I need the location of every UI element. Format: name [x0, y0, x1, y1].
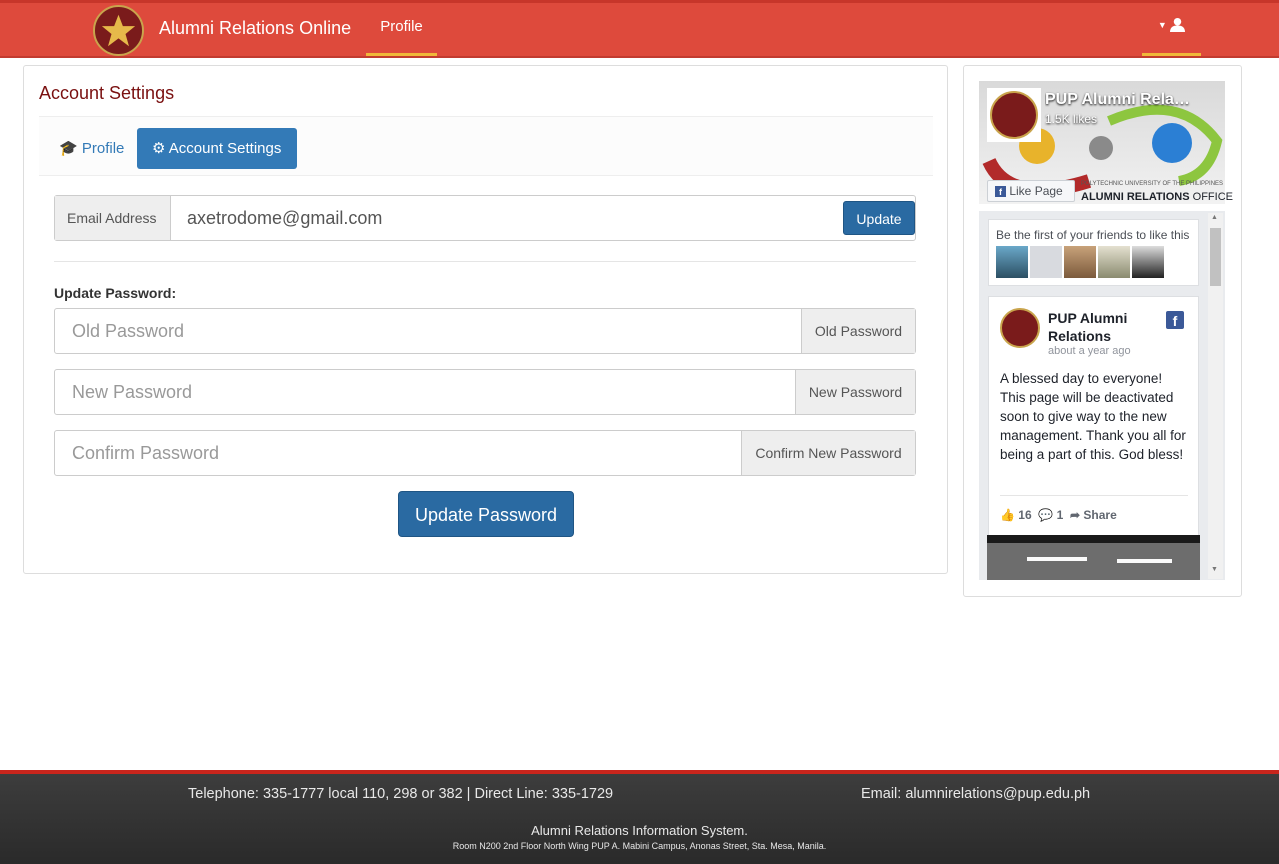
- old-password-group: Old Password Old Password: [54, 308, 916, 354]
- comment-icon[interactable]: 💬: [1038, 508, 1053, 522]
- share-icon[interactable]: ➦: [1070, 508, 1080, 522]
- friend-avatar[interactable]: [1132, 246, 1164, 278]
- scroll-down-icon[interactable]: ▼: [1211, 566, 1218, 573]
- post-image[interactable]: [987, 535, 1200, 580]
- friend-avatar[interactable]: [1030, 246, 1062, 278]
- thumbs-up-icon[interactable]: 👍: [1000, 508, 1015, 522]
- friend-avatars: [996, 246, 1164, 278]
- facebook-icon[interactable]: f: [1166, 311, 1184, 329]
- email-label: Email Address: [55, 196, 171, 240]
- likes-count: 16: [1018, 508, 1032, 522]
- update-password-button[interactable]: Update Password: [398, 491, 574, 537]
- post-author-avatar[interactable]: [1000, 308, 1040, 348]
- facebook-f-icon: f: [995, 186, 1006, 197]
- footer-email: Email: alumnirelations@pup.edu.ph: [861, 786, 1091, 802]
- friend-avatar[interactable]: [996, 246, 1028, 278]
- cover-caption-bold: ALUMNI RELATIONS: [1081, 191, 1190, 203]
- gear-icon: ⚙: [152, 140, 166, 157]
- update-password-label: Update Password:: [54, 285, 177, 301]
- graduation-cap-icon: 🎓: [59, 140, 78, 157]
- fb-likes-count: 1.5K likes: [1045, 112, 1098, 126]
- tab-settings-label: Account Settings: [168, 140, 282, 157]
- ceiling-lights-image: [987, 543, 1200, 580]
- confirm-password-addon: Confirm New Password: [741, 431, 915, 475]
- divider: [54, 261, 916, 262]
- fb-page-avatar[interactable]: [987, 88, 1041, 142]
- user-icon: [1170, 18, 1186, 33]
- post-author-name[interactable]: PUP Alumni Relations: [1048, 309, 1158, 345]
- fb-like-page-button[interactable]: f Like Page: [987, 180, 1075, 202]
- comments-count: 1: [1056, 508, 1064, 522]
- email-group: Email Address axetrodome@gmail.com: [54, 195, 916, 241]
- friend-avatar[interactable]: [1098, 246, 1130, 278]
- caret-down-icon: ▼: [1157, 19, 1167, 30]
- navbar: Alumni Relations Online Profile ▼: [0, 0, 1279, 58]
- post-timestamp[interactable]: about a year ago: [1048, 345, 1131, 357]
- brand-title[interactable]: Alumni Relations Online: [159, 18, 351, 39]
- old-password-addon: Old Password: [801, 309, 915, 353]
- cover-caption-small: POLYTECHNIC UNIVERSITY OF THE PHILIPPINE…: [1081, 181, 1224, 187]
- cover-caption-light: OFFICE: [1192, 191, 1233, 203]
- scrollbar-thumb[interactable]: [1210, 228, 1221, 286]
- scroll-up-icon[interactable]: ▲: [1211, 214, 1218, 221]
- new-password-field[interactable]: New Password: [72, 382, 192, 403]
- old-password-field[interactable]: Old Password: [72, 321, 184, 342]
- email-field[interactable]: axetrodome@gmail.com: [187, 208, 382, 229]
- tab-profile-label: Profile: [81, 140, 125, 157]
- cover-caption: ALUMNI RELATIONS OFFICE: [1081, 191, 1233, 203]
- tab-account-settings[interactable]: ⚙ Account Settings: [137, 128, 297, 169]
- confirm-password-field[interactable]: Confirm Password: [72, 443, 219, 464]
- page-title: Account Settings: [39, 83, 175, 103]
- footer-telephone: Telephone: 335-1777 local 110, 298 or 38…: [188, 786, 614, 802]
- user-menu[interactable]: ▼: [1142, 3, 1201, 56]
- share-label[interactable]: Share: [1083, 508, 1116, 522]
- confirm-password-group: Confirm Password Confirm New Password: [54, 430, 916, 476]
- fb-page-name[interactable]: PUP Alumni Relations: [1045, 91, 1195, 109]
- star-seal-icon: [101, 14, 136, 47]
- post-text: A blessed day to everyone! This page wil…: [1000, 371, 1186, 462]
- new-password-addon: New Password: [795, 370, 915, 414]
- friends-text: Be the first of your friends to like thi…: [996, 228, 1190, 242]
- friend-avatar[interactable]: [1064, 246, 1096, 278]
- tab-profile[interactable]: 🎓 Profile: [59, 139, 124, 157]
- new-password-group: New Password New Password: [54, 369, 916, 415]
- footer-system-name: Alumni Relations Information System.: [531, 823, 748, 838]
- pup-logo[interactable]: [93, 5, 144, 56]
- footer-address: Room N200 2nd Floor North Wing PUP A. Ma…: [452, 841, 827, 851]
- like-page-label: Like Page: [1009, 184, 1063, 198]
- update-email-button[interactable]: Update: [843, 201, 915, 235]
- post-divider: [1000, 495, 1188, 496]
- nav-profile-tab[interactable]: Profile: [366, 3, 437, 56]
- post-actions: 👍 16 💬 1 ➦ Share: [1000, 508, 1117, 522]
